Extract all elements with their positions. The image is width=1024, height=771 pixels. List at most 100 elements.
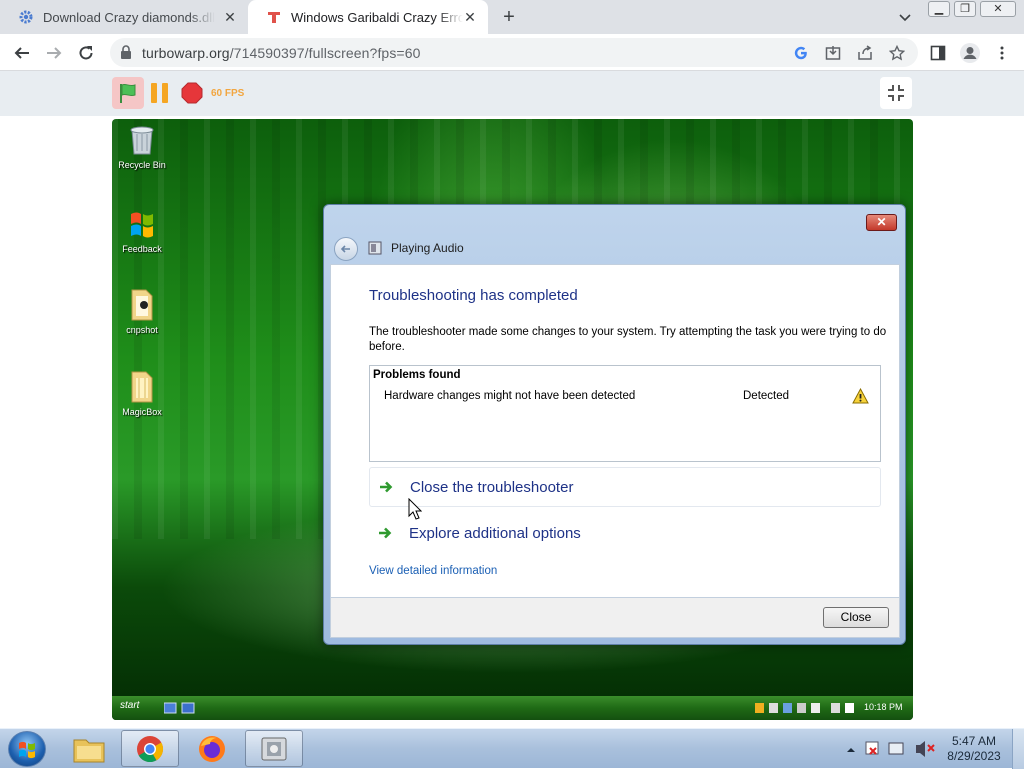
green-arrow-icon bbox=[380, 481, 393, 493]
troubleshooter-dialog: ✕ Playing Audio Troubleshooting has comp… bbox=[323, 204, 906, 645]
dialog-title: Playing Audio bbox=[391, 241, 464, 255]
exit-fullscreen-icon bbox=[888, 85, 904, 101]
show-desktop-button[interactable] bbox=[1012, 729, 1024, 769]
stop-octagon-icon bbox=[181, 82, 203, 104]
dialog-description: The troubleshooter made some changes to … bbox=[369, 326, 887, 353]
inner-start-button[interactable]: start bbox=[120, 700, 139, 711]
browser-menu-button[interactable] bbox=[990, 41, 1014, 65]
exit-fullscreen-button[interactable] bbox=[880, 77, 912, 109]
dialog-close-icon[interactable]: ✕ bbox=[866, 214, 897, 231]
desktop-icon-label: MagicBox bbox=[122, 407, 162, 417]
desktop-icon-magicbox[interactable]: MagicBox bbox=[116, 369, 168, 417]
option-label: Explore additional options bbox=[409, 524, 581, 542]
windows-flag-icon bbox=[125, 206, 159, 240]
explorer-icon bbox=[73, 739, 105, 762]
bookmark-star-icon[interactable] bbox=[888, 44, 906, 62]
start-button[interactable] bbox=[8, 731, 46, 767]
disk-app-taskbar-button[interactable] bbox=[245, 730, 303, 767]
folder-icon bbox=[125, 369, 159, 403]
tab-download-crazy-diamonds[interactable]: Download Crazy diamonds.dll for ✕ bbox=[0, 0, 248, 34]
inner-clock: 10:18 PM bbox=[864, 702, 903, 712]
share-icon[interactable] bbox=[856, 44, 874, 62]
system-tray-icons[interactable] bbox=[842, 735, 942, 763]
tab-bar: Download Crazy diamonds.dll for ✕ Window… bbox=[0, 0, 1024, 34]
green-flag-button[interactable] bbox=[112, 77, 144, 109]
dialog-content: Troubleshooting has completed The troubl… bbox=[330, 264, 900, 598]
problems-found-panel: Problems found Hardware changes might no… bbox=[369, 365, 881, 462]
fps-indicator: 60 FPS bbox=[211, 88, 245, 99]
side-panel-icon bbox=[930, 45, 946, 61]
desktop-icon-feedback[interactable]: Feedback bbox=[116, 206, 168, 254]
mouse-cursor-icon bbox=[408, 498, 422, 520]
url-text: turbowarp.org/714590397/fullscreen?fps=6… bbox=[142, 45, 421, 61]
dialog-back-button[interactable] bbox=[334, 237, 358, 261]
option-label: Close the troubleshooter bbox=[410, 478, 574, 496]
install-app-icon[interactable] bbox=[824, 44, 842, 62]
desktop-icon-cnpshot[interactable]: cnpshot bbox=[116, 287, 168, 335]
close-troubleshooter-option[interactable]: Close the troubleshooter bbox=[369, 467, 881, 507]
forward-button[interactable] bbox=[42, 41, 66, 65]
pause-button[interactable] bbox=[149, 82, 171, 104]
problems-header: Problems found bbox=[373, 369, 461, 381]
stop-button[interactable] bbox=[181, 82, 203, 104]
back-arrow-icon bbox=[340, 245, 350, 253]
problem-status: Detected bbox=[743, 390, 790, 402]
warning-icon bbox=[852, 387, 869, 404]
close-tab-icon[interactable]: ✕ bbox=[222, 9, 238, 25]
problem-name: Hardware changes might not have been det… bbox=[384, 390, 636, 402]
desktop-icon-label: Feedback bbox=[122, 244, 162, 254]
side-panel-button[interactable] bbox=[926, 41, 950, 65]
tab-title: Windows Garibaldi Crazy Error M bbox=[291, 9, 463, 25]
turbowarp-favicon-icon bbox=[266, 9, 282, 25]
gear-favicon-icon bbox=[18, 9, 34, 25]
quick-launch-icons[interactable] bbox=[164, 702, 196, 714]
inner-system-tray: 10:18 PM bbox=[752, 699, 913, 717]
green-flag-icon bbox=[120, 83, 136, 103]
back-arrow-icon bbox=[14, 47, 29, 59]
tray-icons[interactable] bbox=[752, 699, 864, 717]
address-bar[interactable]: turbowarp.org/714590397/fullscreen?fps=6… bbox=[110, 38, 918, 67]
tab-windows-garibaldi[interactable]: Windows Garibaldi Crazy Error M ✕ bbox=[248, 0, 488, 34]
explorer-taskbar-button[interactable] bbox=[60, 730, 118, 767]
project-stage[interactable]: Recycle Bin Feedback cnpshot MagicBox ✕ … bbox=[112, 119, 913, 720]
chrome-taskbar-button[interactable] bbox=[121, 730, 179, 767]
new-tab-button[interactable]: + bbox=[498, 6, 520, 28]
google-icon[interactable] bbox=[792, 44, 810, 62]
firefox-taskbar-button[interactable] bbox=[183, 730, 241, 767]
folder-icon bbox=[125, 287, 159, 321]
restore-window-button[interactable]: ❐ bbox=[954, 1, 976, 17]
tab-title: Download Crazy diamonds.dll for bbox=[43, 9, 215, 25]
reload-icon bbox=[79, 46, 93, 60]
forward-arrow-icon bbox=[47, 47, 62, 59]
troubleshooter-icon bbox=[368, 241, 383, 255]
inner-taskbar: start 10:18 PM bbox=[112, 696, 913, 720]
close-button[interactable]: Close bbox=[823, 607, 889, 628]
recycle-bin-icon bbox=[125, 122, 159, 156]
system-clock[interactable]: 5:47 AM 8/29/2023 bbox=[942, 734, 1006, 764]
disk-app-icon bbox=[261, 737, 287, 760]
desktop-icon-label: cnpshot bbox=[126, 325, 158, 335]
desktop-icon-label: Recycle Bin bbox=[118, 160, 166, 170]
tab-search-chevron-icon[interactable] bbox=[896, 8, 914, 26]
clock-date: 8/29/2023 bbox=[947, 749, 1001, 763]
host-taskbar: 5:47 AM 8/29/2023 bbox=[0, 728, 1024, 769]
close-window-button[interactable]: ✕ bbox=[980, 1, 1016, 17]
profile-button[interactable] bbox=[958, 41, 982, 65]
explore-additional-options[interactable]: Explore additional options bbox=[369, 513, 881, 553]
back-button[interactable] bbox=[10, 41, 34, 65]
avatar-icon bbox=[960, 43, 980, 63]
windows-logo-icon bbox=[19, 741, 35, 759]
clock-time: 5:47 AM bbox=[951, 734, 997, 748]
close-tab-icon[interactable]: ✕ bbox=[462, 9, 478, 25]
desktop-icon-recycle-bin[interactable]: Recycle Bin bbox=[116, 122, 168, 170]
lock-icon bbox=[120, 45, 132, 64]
browser-toolbar: turbowarp.org/714590397/fullscreen?fps=6… bbox=[0, 34, 1024, 71]
chrome-icon bbox=[137, 735, 164, 762]
minimize-window-button[interactable]: ▁ bbox=[928, 1, 950, 17]
reload-button[interactable] bbox=[74, 41, 98, 65]
pause-icon bbox=[151, 83, 168, 103]
dialog-footer: Close bbox=[330, 598, 900, 638]
view-detailed-information-link[interactable]: View detailed information bbox=[369, 565, 497, 577]
green-arrow-icon bbox=[379, 527, 392, 539]
firefox-icon bbox=[199, 735, 225, 762]
